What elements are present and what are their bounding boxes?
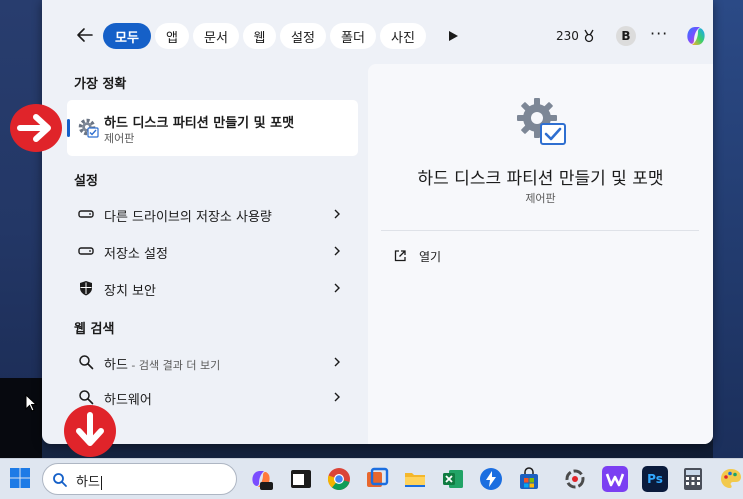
tab-apps[interactable]: 앱	[155, 23, 189, 49]
points-value: 230	[556, 29, 579, 43]
best-match-heading: 가장 정확	[74, 77, 127, 92]
play-more-tabs-icon[interactable]	[446, 29, 460, 43]
best-match-subtitle: 제어판	[104, 132, 135, 145]
shield-icon	[80, 281, 92, 296]
chevron-right-icon	[334, 392, 340, 402]
preview-subtitle: 제어판	[525, 192, 556, 205]
web-search-item-hard[interactable]: 하드 - 검색 결과 더 보기	[67, 345, 358, 379]
open-action[interactable]: 열기	[381, 242, 699, 270]
search-panel: 모두 앱 문서 웹 설정 폴더 사진 230 B ··· 가장 정확 하드 디스…	[42, 0, 713, 444]
settings-item-storage-settings[interactable]: 저장소 설정	[67, 234, 358, 268]
open-external-icon	[394, 250, 406, 262]
preview-title: 하드 디스크 파티션 만들기 및 포맷	[417, 169, 664, 189]
tab-folders[interactable]: 폴더	[330, 23, 376, 49]
tab-photos[interactable]: 사진	[380, 23, 426, 49]
drive-icon	[78, 247, 94, 255]
search-icon	[79, 390, 94, 405]
settings-item-label: 다른 드라이브의 저장소 사용량	[104, 210, 272, 225]
web-search-label: 하드 - 검색 결과 더 보기	[104, 354, 220, 373]
annotation-arrow-down-icon	[64, 405, 116, 457]
user-avatar[interactable]: B	[616, 26, 636, 46]
search-input[interactable]: 하드	[76, 471, 102, 490]
snipping-icon[interactable]	[364, 466, 390, 492]
chevron-right-icon	[334, 246, 340, 256]
selection-indicator	[67, 119, 70, 137]
windows-start-icon[interactable]	[9, 467, 31, 489]
medal-icon	[584, 29, 594, 43]
chevron-right-icon	[334, 209, 340, 219]
store-icon[interactable]	[516, 466, 542, 492]
tab-web[interactable]: 웹	[243, 23, 276, 49]
search-filter-bar: 모두 앱 문서 웹 설정 폴더 사진 230 B ···	[42, 0, 713, 66]
tab-all[interactable]: 모두	[103, 23, 151, 49]
best-match-title: 하드 디스크 파티션 만들기 및 포맷	[104, 116, 295, 131]
power-automate-icon[interactable]	[478, 466, 504, 492]
annotation-arrow-right-icon	[10, 104, 62, 152]
rewards-points[interactable]: 230	[556, 29, 596, 43]
wordpad-icon[interactable]	[602, 466, 628, 492]
media-icon[interactable]	[562, 466, 588, 492]
preview-divider	[381, 230, 699, 231]
best-match-result[interactable]: 하드 디스크 파티션 만들기 및 포맷 제어판	[67, 100, 358, 156]
web-search-heading: 웹 검색	[74, 322, 115, 337]
photoshop-icon[interactable]: Ps	[642, 466, 668, 492]
back-arrow-icon[interactable]	[74, 24, 96, 46]
drive-icon	[78, 210, 94, 218]
search-icon	[53, 473, 67, 487]
desktop-background-right	[713, 0, 743, 458]
settings-item-device-security[interactable]: 장치 보안	[67, 271, 358, 305]
copilot-icon[interactable]	[682, 22, 710, 50]
settings-item-label: 저장소 설정	[104, 247, 168, 262]
terminal-icon[interactable]	[288, 466, 314, 492]
search-icon	[79, 355, 94, 370]
chevron-right-icon	[334, 283, 340, 293]
web-search-suffix: - 검색 결과 더 보기	[127, 359, 221, 372]
tab-settings[interactable]: 설정	[280, 23, 326, 49]
tab-documents[interactable]: 문서	[193, 23, 239, 49]
text-caret	[100, 475, 102, 490]
search-input-value: 하드	[76, 475, 100, 490]
settings-item-storage-other-drives[interactable]: 다른 드라이브의 저장소 사용량	[67, 197, 358, 231]
desktop-background	[0, 0, 42, 458]
calculator-icon[interactable]	[680, 466, 706, 492]
excel-icon[interactable]	[440, 466, 466, 492]
settings-item-label: 장치 보안	[104, 284, 156, 299]
copilot-pre-icon[interactable]	[248, 466, 274, 492]
taskbar: 하드 Ps	[0, 458, 743, 499]
chrome-icon[interactable]	[326, 466, 352, 492]
more-options-button[interactable]: ···	[650, 24, 668, 43]
web-search-query: 하드	[104, 358, 128, 373]
open-action-label: 열기	[419, 250, 442, 264]
result-preview-pane: 하드 디스크 파티션 만들기 및 포맷 제어판 열기	[368, 64, 713, 444]
file-explorer-icon[interactable]	[402, 466, 428, 492]
disk-management-gear-icon	[78, 118, 99, 138]
mouse-pointer-icon	[25, 394, 37, 412]
taskbar-search-box[interactable]: 하드	[42, 463, 237, 495]
paint-icon[interactable]	[718, 466, 743, 492]
chevron-right-icon	[334, 357, 340, 367]
desktop-dark-band	[0, 378, 42, 458]
disk-management-gear-icon	[517, 98, 566, 145]
settings-heading: 설정	[74, 174, 98, 189]
